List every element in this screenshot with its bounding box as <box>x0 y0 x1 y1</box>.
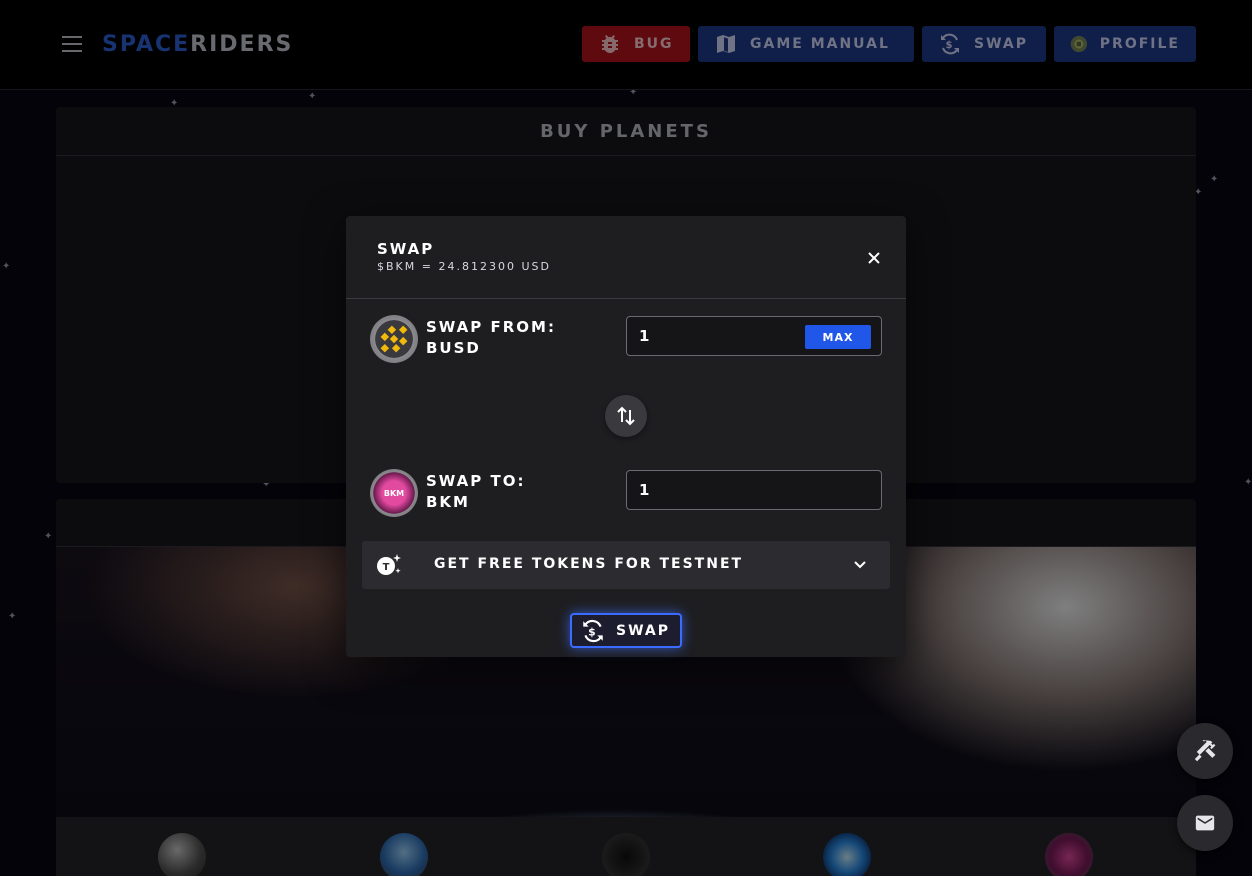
free-tokens-label: GET FREE TOKENS FOR TESTNET <box>434 556 744 572</box>
swap-modal-title: SWAP <box>377 240 435 258</box>
svg-text:T: T <box>383 562 390 573</box>
tools-fab-button[interactable] <box>1177 723 1233 779</box>
free-tokens-accordion[interactable]: T GET FREE TOKENS FOR TESTNET <box>362 541 890 589</box>
swap-to-amount-input[interactable] <box>626 470 882 510</box>
swap-to-caption: SWAP TO: <box>426 472 526 490</box>
hammer-wrench-icon <box>1194 740 1216 762</box>
exchange-rate-text: $BKM = 24.812300 USD <box>377 260 551 273</box>
swap-direction-button[interactable] <box>605 395 647 437</box>
swap-from-row: SWAP FROM: BUSD MAX <box>370 315 882 365</box>
swap-dollar-icon: $ <box>583 619 603 642</box>
close-modal-button[interactable] <box>862 246 886 270</box>
swap-from-caption: SWAP FROM: <box>426 318 556 336</box>
swap-from-label: SWAP FROM: BUSD <box>426 317 556 359</box>
close-icon <box>868 252 880 264</box>
swap-modal-header: SWAP $BKM = 24.812300 USD <box>346 216 906 299</box>
mail-fab-button[interactable] <box>1177 795 1233 851</box>
chevron-down-icon <box>854 561 866 569</box>
busd-token-icon <box>370 315 418 363</box>
mail-icon <box>1195 815 1215 831</box>
swap-to-token: BKM <box>426 493 470 511</box>
bkm-token-icon: BKM <box>370 469 418 517</box>
swap-to-row: BKM SWAP TO: BKM <box>370 469 882 519</box>
swap-from-token: BUSD <box>426 339 481 357</box>
max-button[interactable]: MAX <box>805 325 871 349</box>
swap-modal: SWAP $BKM = 24.812300 USD SWAP FROM: BUS… <box>346 216 906 657</box>
bkm-badge-text: BKM <box>383 488 405 498</box>
swap-submit-button[interactable]: $ SWAP <box>570 613 682 648</box>
token-sparkle-icon: T <box>377 554 401 575</box>
swap-to-label: SWAP TO: BKM <box>426 471 525 513</box>
svg-text:$: $ <box>588 625 598 638</box>
swap-submit-label: SWAP <box>616 622 670 639</box>
swap-vertical-icon <box>617 406 635 426</box>
